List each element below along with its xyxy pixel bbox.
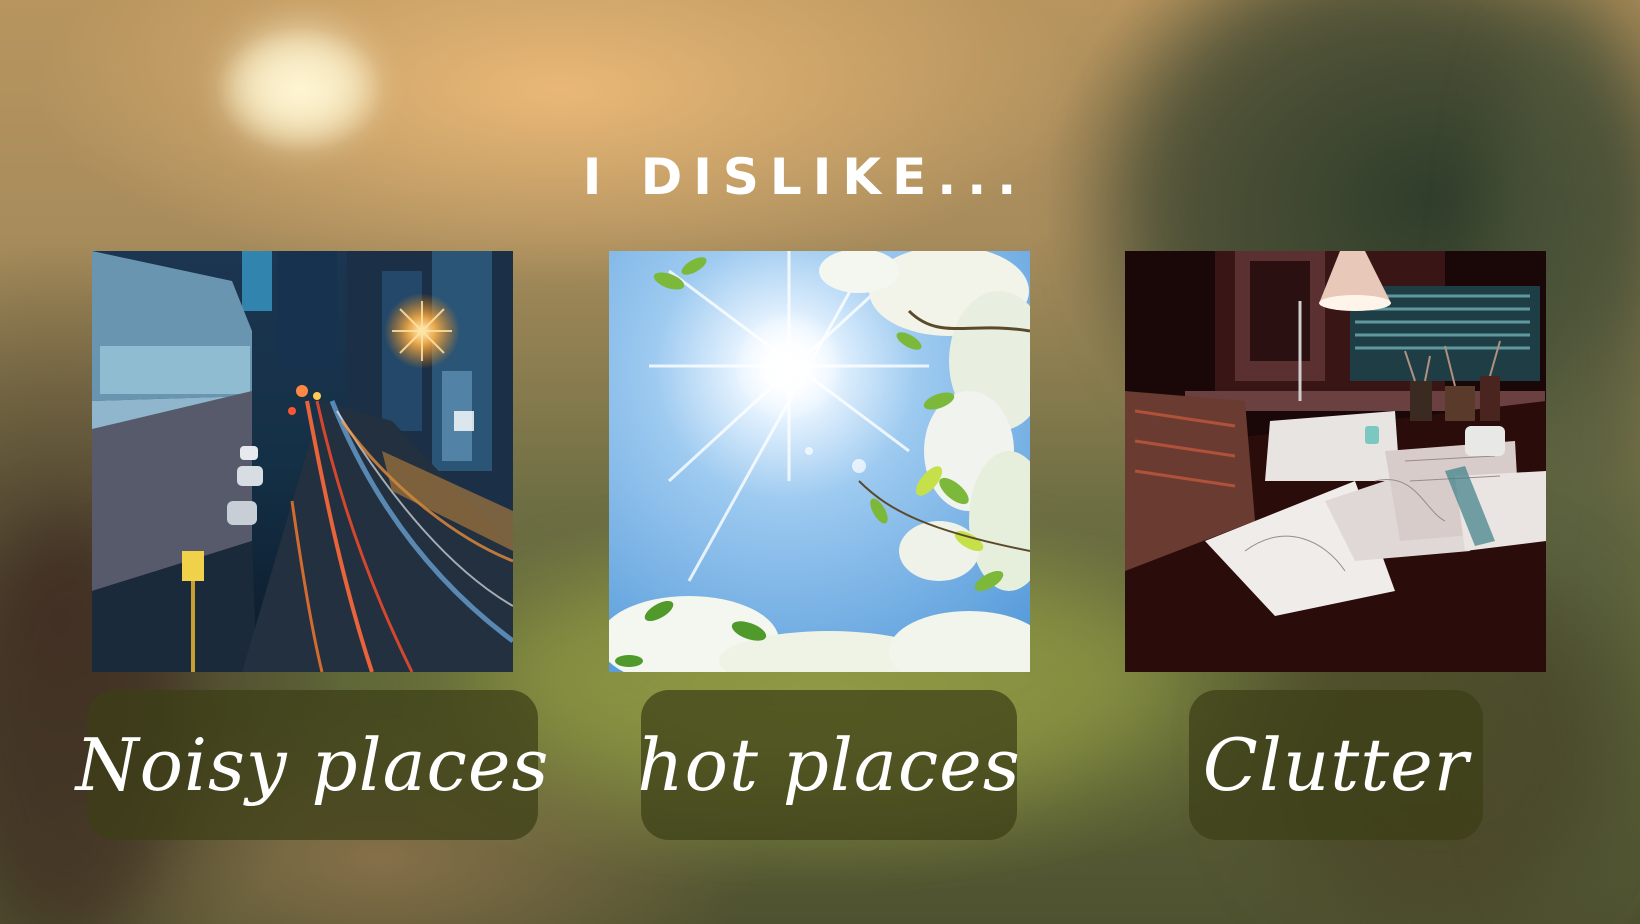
- sun-blossoms-photo: [609, 251, 1030, 672]
- slide-title: I DISLIKE...: [582, 148, 1028, 206]
- caption-noisy-places: Noisy places: [76, 690, 548, 840]
- city-street-night-photo: [92, 251, 513, 672]
- caption-clutter-text: Clutter: [1202, 723, 1470, 807]
- caption-hot-places-text: hot places: [637, 723, 1021, 807]
- caption-clutter: Clutter: [1189, 690, 1483, 840]
- cluttered-desk-photo: [1125, 251, 1546, 672]
- caption-hot-places: hot places: [637, 690, 1020, 840]
- caption-noisy-places-text: Noisy places: [75, 723, 550, 807]
